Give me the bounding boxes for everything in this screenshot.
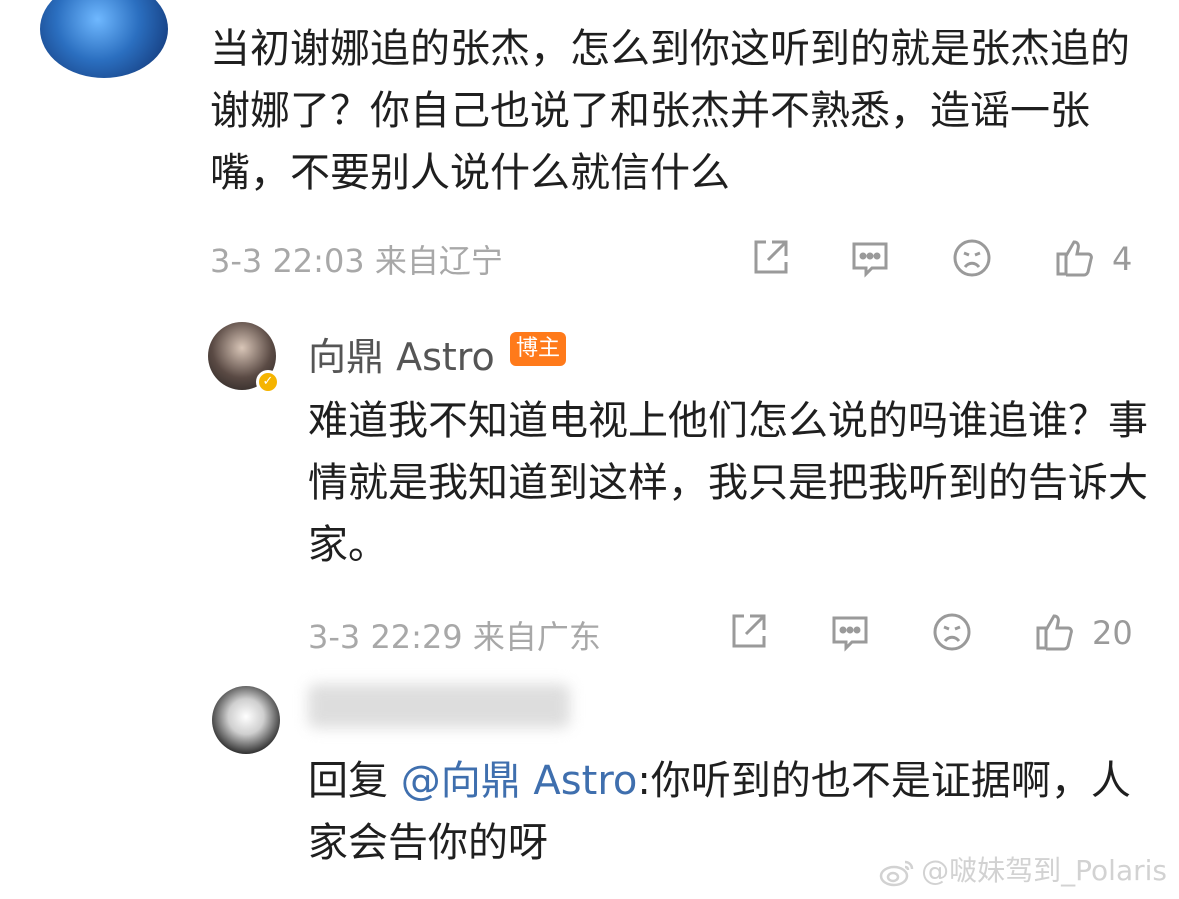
share-icon[interactable] <box>748 236 792 280</box>
comment-icon[interactable] <box>848 236 892 280</box>
comment-icon[interactable] <box>828 610 872 654</box>
reply-text: 难道我不知道电视上他们怎么说的吗谁追谁？事情就是我知道到这样，我只是把我听到的告… <box>308 398 1148 568</box>
blurred-username[interactable] <box>308 684 570 728</box>
reply-prefix: 回复 <box>308 758 401 804</box>
commenter-avatar[interactable] <box>40 0 168 78</box>
thumbs-up-icon[interactable] <box>1032 610 1076 654</box>
comment-time: 3-3 22:03 <box>210 242 365 280</box>
sad-face-icon[interactable] <box>930 610 974 654</box>
comment-text: 当初谢娜追的张杰，怎么到你这听到的就是张杰追的谢娜了？你自己也说了和张杰并不熟悉… <box>210 26 1130 196</box>
reply-meta: 3-3 22:29 来自广东 <box>308 612 601 658</box>
like-count: 20 <box>1092 614 1133 652</box>
thumbs-up-icon[interactable] <box>1052 236 1096 280</box>
reply-location: 来自广东 <box>472 618 601 656</box>
reply-time: 3-3 22:29 <box>308 618 463 656</box>
like-count: 4 <box>1112 240 1133 278</box>
reply-author-name[interactable]: 向鼎 Astro <box>308 326 495 381</box>
mention-link[interactable]: @向鼎 Astro <box>401 758 638 804</box>
blogger-badge: 博主 <box>510 332 567 366</box>
comment-meta: 3-3 22:03 来自辽宁 <box>210 236 503 282</box>
verified-badge-icon: ✓ <box>256 370 280 394</box>
replier-avatar[interactable] <box>212 686 280 754</box>
comment-location: 来自辽宁 <box>374 242 503 280</box>
watermark: @啵妹驾到_Polaris <box>877 849 1167 889</box>
watermark-text: @啵妹驾到_Polaris <box>921 854 1167 887</box>
sad-face-icon[interactable] <box>950 236 994 280</box>
weibo-logo-icon <box>877 856 917 888</box>
share-icon[interactable] <box>726 610 770 654</box>
